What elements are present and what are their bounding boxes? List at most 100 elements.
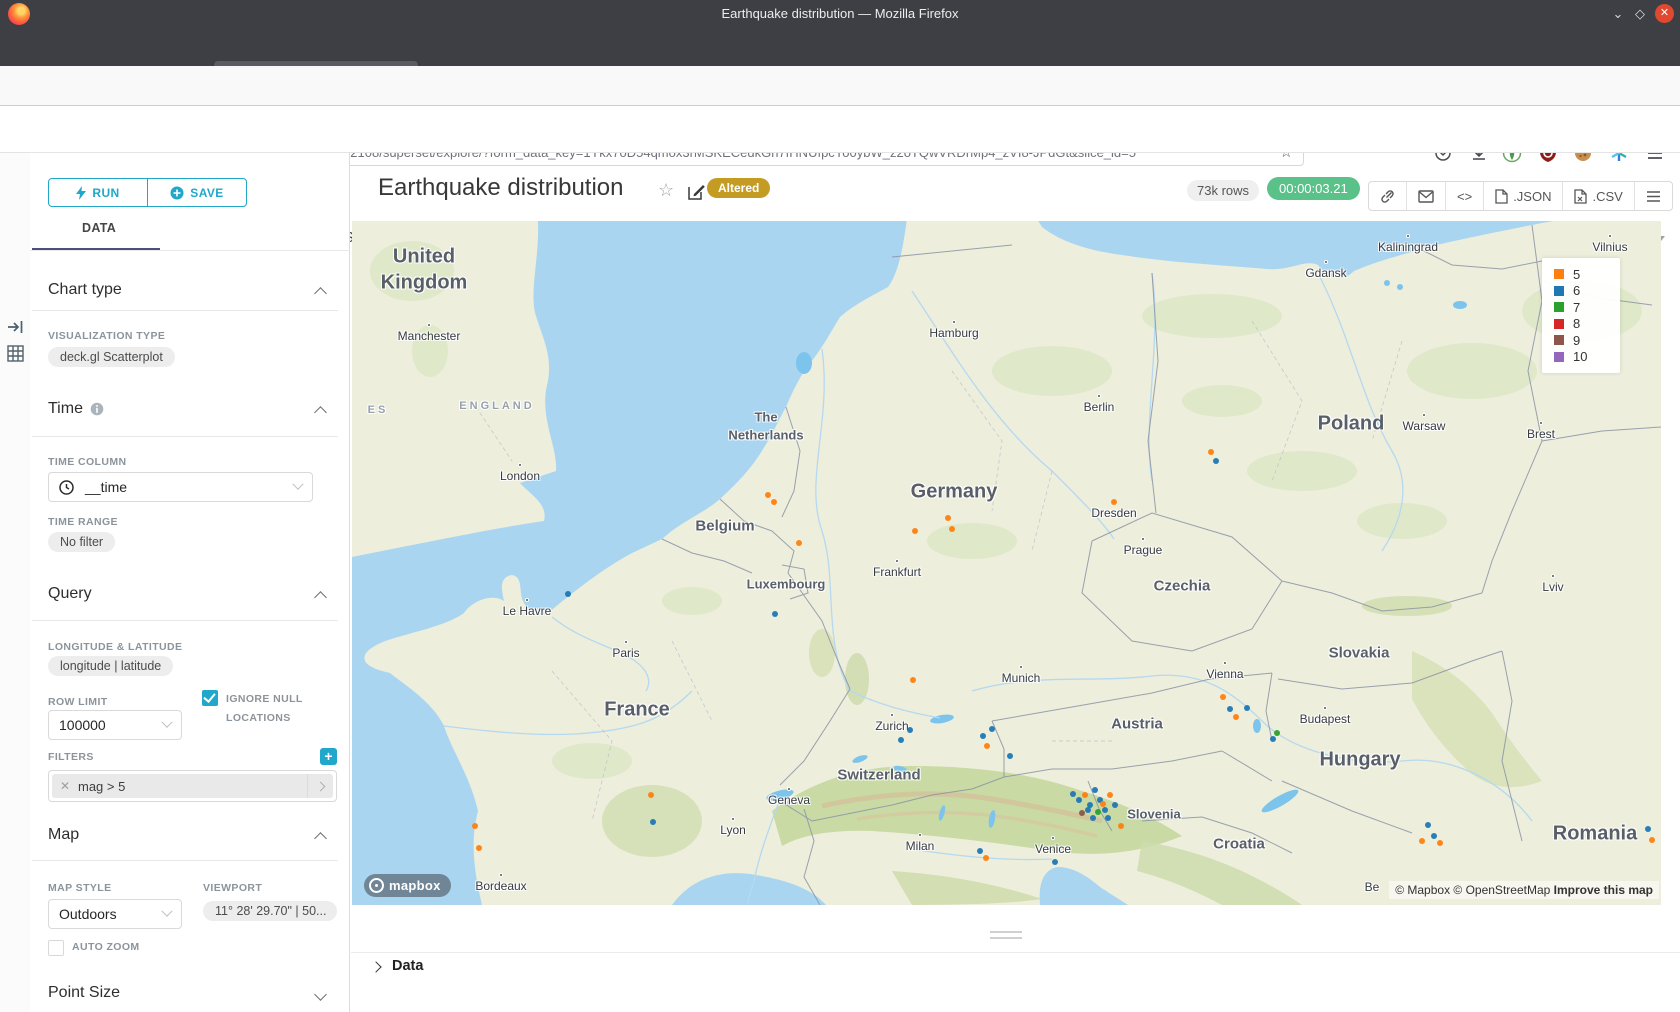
copy-link-button[interactable]	[1369, 182, 1406, 210]
time-column-value: __time	[85, 479, 127, 495]
add-filter-button[interactable]: +	[320, 748, 337, 765]
section-map[interactable]: Map	[48, 826, 79, 844]
legend-value: 9	[1573, 333, 1580, 348]
remove-filter-icon[interactable]: ✕	[52, 779, 78, 793]
tab-data[interactable]: DATA	[82, 221, 116, 235]
viz-type-value[interactable]: deck.gl Scatterplot	[48, 347, 175, 367]
city-marker-dot	[787, 787, 791, 791]
window-close-button[interactable]: ✕	[1655, 4, 1674, 23]
run-button[interactable]: RUN	[49, 179, 147, 206]
window-minimize-button[interactable]: ⌄	[1608, 4, 1628, 24]
app-window: Earthquake distribution — Mozilla Firefo…	[0, 0, 1680, 1012]
chart-menu-button[interactable]	[1634, 182, 1672, 210]
info-icon	[90, 402, 104, 416]
window-titlebar: Earthquake distribution — Mozilla Firefo…	[0, 0, 1680, 28]
earthquake-point	[648, 792, 654, 798]
earthquake-point	[1208, 449, 1214, 455]
chart-actions-group: <> .JSON .CSV	[1368, 181, 1673, 211]
city-marker-dot	[1097, 394, 1101, 398]
earthquake-point	[983, 855, 989, 861]
legend-swatch	[1554, 319, 1564, 329]
city-marker-dot	[895, 559, 899, 563]
map-style-select[interactable]: Outdoors	[48, 899, 182, 929]
embed-code-button[interactable]: <>	[1445, 182, 1483, 210]
superset-navbar: Superset Dashboards Charts SQL Lab Data …	[0, 106, 1680, 153]
improve-map-link[interactable]: Improve this map	[1554, 883, 1653, 897]
mapbox-logo[interactable]: mapbox	[364, 874, 451, 897]
auto-zoom-checkbox[interactable]	[48, 940, 64, 956]
city-marker-dot	[952, 320, 956, 324]
earthquake-point	[1052, 859, 1058, 865]
city-marker-dot	[1324, 260, 1328, 264]
export-csv-button[interactable]: .CSV	[1562, 182, 1633, 210]
legend-value: 6	[1573, 283, 1580, 298]
datasource-grid-icon[interactable]	[7, 345, 24, 362]
file-icon	[1495, 189, 1508, 204]
filter-chip[interactable]: ✕ mag > 5	[52, 774, 333, 798]
map-canvas[interactable]: 5678910 mapbox © Mapbox © OpenStreetMap …	[352, 221, 1661, 905]
city-marker-dot	[427, 323, 431, 327]
legend-row: 10	[1554, 349, 1620, 366]
email-button[interactable]	[1406, 182, 1445, 210]
earthquake-point	[1419, 838, 1425, 844]
ignore-null-checkbox[interactable]	[202, 690, 218, 706]
earthquake-point	[765, 492, 771, 498]
map-style-value: Outdoors	[59, 906, 117, 922]
time-range-value[interactable]: No filter	[48, 532, 115, 552]
map-legend: 5678910	[1542, 258, 1620, 373]
earthquake-point	[1102, 807, 1108, 813]
legend-swatch	[1554, 302, 1564, 312]
ignore-null-control[interactable]: IGNORE NULL LOCATIONS	[202, 690, 334, 728]
lonlat-value[interactable]: longitude | latitude	[48, 656, 173, 676]
browser-tab-bar: Apache Druid ✕ Earthquake distribution ✕…	[0, 28, 1680, 66]
legend-swatch	[1554, 352, 1564, 362]
legend-row: 7	[1554, 299, 1620, 316]
link-icon	[1380, 189, 1395, 204]
expand-filter-icon[interactable]	[307, 774, 333, 798]
earthquake-point	[1095, 809, 1101, 815]
chart-title: Earthquake distribution	[378, 174, 623, 202]
viewport-value[interactable]: 11° 28' 29.70" | 50...	[203, 901, 337, 921]
clock-icon	[59, 480, 74, 495]
time-column-label: TIME COLUMN	[48, 456, 126, 468]
collapse-panel-icon[interactable]	[7, 319, 24, 335]
section-chart-type[interactable]: Chart type	[48, 281, 122, 299]
bolt-icon	[76, 186, 86, 200]
earthquake-point	[984, 743, 990, 749]
section-time[interactable]: Time	[48, 400, 104, 418]
legend-swatch	[1554, 269, 1564, 279]
panel-resize-handle[interactable]	[990, 931, 1022, 939]
edit-title-icon[interactable]	[688, 183, 705, 200]
city-marker-dot	[1539, 421, 1543, 425]
section-point-size[interactable]: Point Size	[48, 984, 120, 1002]
time-column-select[interactable]: __time	[48, 472, 313, 502]
map-attribution[interactable]: © Mapbox © OpenStreetMap Improve this ma…	[1389, 881, 1659, 899]
legend-value: 7	[1573, 300, 1580, 315]
auto-zoom-control[interactable]: AUTO ZOOM	[48, 938, 140, 957]
city-marker-dot	[890, 713, 894, 717]
row-limit-select[interactable]: 100000	[48, 710, 182, 740]
window-maximize-button[interactable]: ◇	[1630, 4, 1650, 24]
row-limit-label: ROW LIMIT	[48, 696, 108, 708]
earthquake-point	[949, 526, 955, 532]
legend-row: 9	[1554, 332, 1620, 349]
time-range-label: TIME RANGE	[48, 516, 118, 528]
data-panel-title[interactable]: Data	[392, 958, 423, 974]
viewport-label: VIEWPORT	[203, 882, 262, 894]
city-marker-dot	[1323, 706, 1327, 710]
browser-toolbar: ← → ⟳ 172.18.0.3:32108/superset/explore/…	[0, 66, 1680, 106]
expand-data-panel-icon[interactable]	[370, 961, 381, 972]
export-json-button[interactable]: .JSON	[1483, 182, 1562, 210]
city-marker-dot	[1051, 836, 1055, 840]
earthquake-point	[1244, 705, 1250, 711]
earthquake-point	[1213, 458, 1219, 464]
city-marker-dot	[1019, 665, 1023, 669]
altered-badge[interactable]: Altered	[707, 178, 770, 198]
favorite-star-icon[interactable]: ☆	[658, 180, 674, 201]
earthquake-point	[1107, 792, 1113, 798]
section-query[interactable]: Query	[48, 585, 92, 603]
window-title: Earthquake distribution — Mozilla Firefo…	[0, 0, 1680, 28]
filter-container: ✕ mag > 5	[48, 770, 337, 802]
earthquake-point	[1111, 499, 1117, 505]
save-button[interactable]: SAVE	[147, 179, 246, 206]
